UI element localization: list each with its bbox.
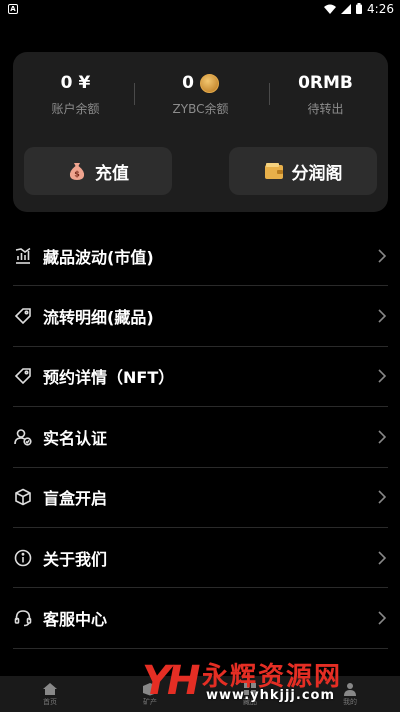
profit-share-button[interactable]: 分润阁 [229,147,377,195]
account-balance-label: 账户余额 [51,102,100,116]
profit-share-label: 分润阁 [291,163,343,184]
signal-icon [341,3,352,14]
status-bar: A 4:26 [0,0,400,17]
menu-item-label: 实名认证 [43,428,108,448]
balance-card: 0 ¥ 账户余额 0 ZYBC余额 0RMB 待转出 $ 充值 分润阁 [13,52,388,212]
wifi-icon [324,4,337,14]
pending-transfer-label: 待转出 [307,102,344,116]
menu-item-blind-box[interactable]: 盲盒开启 [13,468,388,528]
notification-a-icon: A [8,3,18,14]
pending-transfer-value: 0RMB [298,73,353,93]
menu-item-reservation[interactable]: 预约详情（NFT） [13,347,388,408]
home-icon [43,682,57,695]
menu-item-label: 盲盒开启 [43,489,108,509]
divider [134,83,135,105]
headset-icon [13,608,33,628]
pending-transfer: 0RMB 待转出 [263,72,388,117]
info-icon [13,548,33,568]
chevron-right-icon [378,551,386,565]
status-time: 4:26 [367,1,394,16]
watermark-logo: YH [142,658,200,704]
menu-item-label: 客服中心 [43,610,108,630]
currency-unit: ¥ [78,73,91,93]
menu-item-market-value[interactable]: 藏品波动(市值) [13,226,388,287]
watermark-url: www.yhkjjj.com [206,688,336,703]
menu-list: 藏品波动(市值) 流转明细(藏品) 预约详情（NFT） 实名认证 盲盒开启 关于 [13,226,388,649]
tab-home[interactable]: 首页 [42,682,58,707]
chevron-right-icon [378,249,386,263]
coin-icon [199,73,219,93]
chart-icon [13,246,33,266]
zybc-balance-value: 0 [182,73,194,93]
recharge-button[interactable]: $ 充值 [24,147,172,195]
recharge-label: 充值 [95,163,129,184]
menu-item-label: 流转明细(藏品) [43,308,154,328]
account-balance-value: 0 [60,73,73,93]
menu-item-customer-service[interactable]: 客服中心 [13,588,388,649]
chevron-right-icon [378,309,386,323]
menu-item-label: 关于我们 [43,549,108,569]
tab-label: 首页 [43,697,57,706]
tag-icon [13,306,33,326]
status-icons: 4:26 [324,2,394,16]
zybc-balance-label: ZYBC余额 [172,102,229,116]
user-verify-icon [13,427,33,447]
chevron-right-icon [378,490,386,504]
watermark: YH 永辉资源网 www.yhkjjj.com [142,654,382,710]
battery-icon [356,3,363,14]
account-balance: 0 ¥ 账户余额 [13,72,138,117]
chevron-right-icon [378,611,386,625]
menu-item-label: 预约详情（NFT） [43,368,175,388]
cube-icon [13,487,33,507]
svg-text:$: $ [74,170,80,179]
chevron-right-icon [378,369,386,384]
zybc-balance: 0 ZYBC余额 [138,72,263,117]
wallet-icon [264,163,283,179]
menu-item-label: 藏品波动(市值) [43,247,154,267]
menu-item-transfer-details[interactable]: 流转明细(藏品) [13,286,388,347]
chevron-right-icon [378,430,386,444]
tag-icon [13,366,33,386]
money-bag-icon: $ [69,163,85,180]
menu-item-real-name[interactable]: 实名认证 [13,407,388,468]
menu-item-about-us[interactable]: 关于我们 [13,528,388,589]
